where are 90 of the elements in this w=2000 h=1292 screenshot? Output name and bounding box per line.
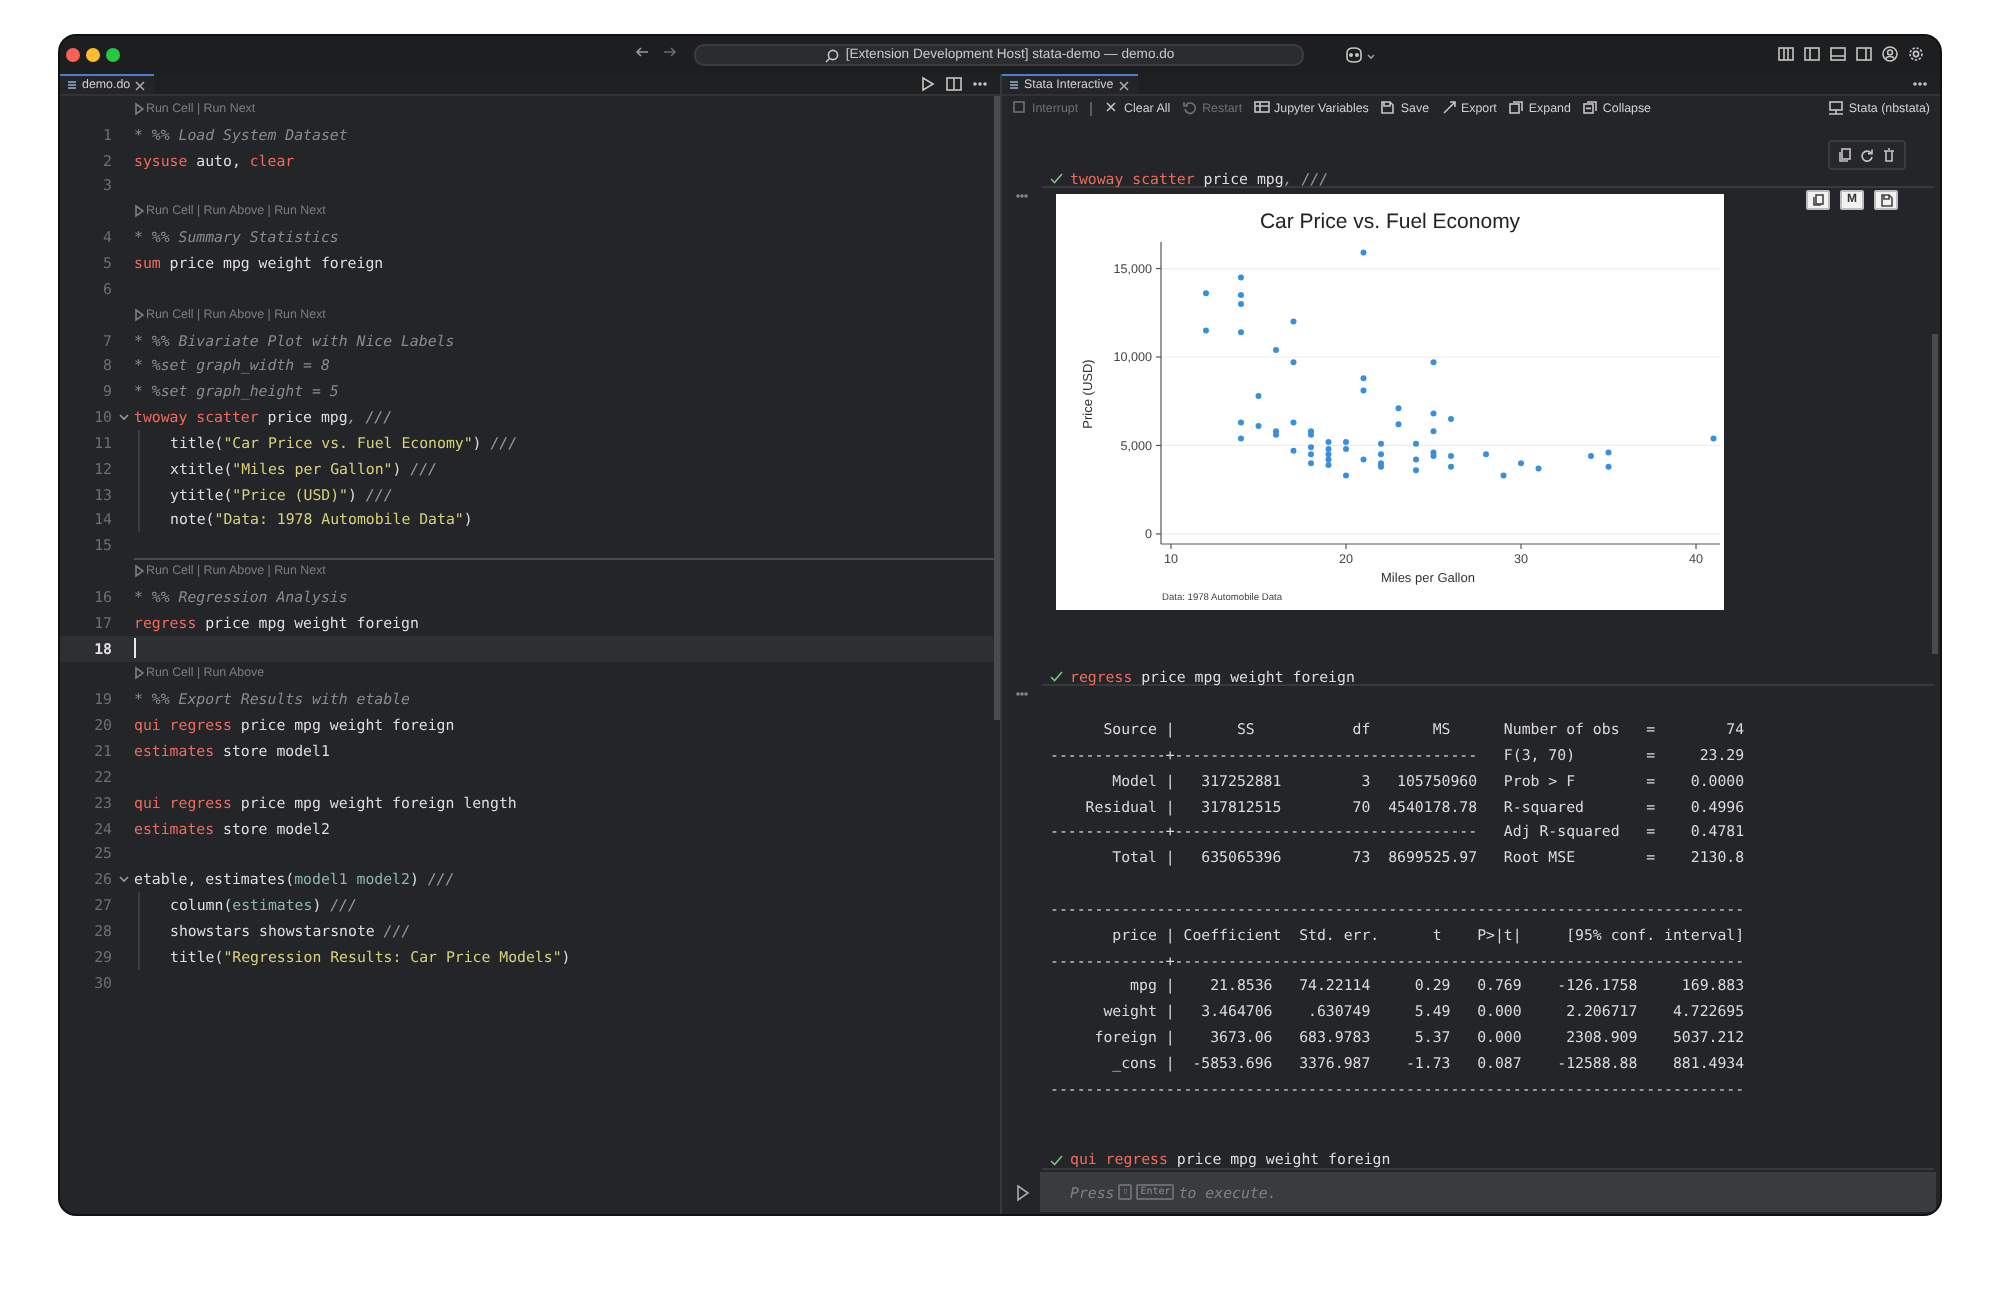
search-icon [823,47,840,63]
data-point [1238,329,1244,336]
more-icon[interactable] [1016,690,1028,698]
run-icon[interactable] [134,564,144,579]
run-icon[interactable] [134,666,144,681]
data-point [1255,392,1262,399]
data-point [1605,449,1612,456]
file-icon [66,78,78,92]
caret-icon[interactable] [1366,51,1376,59]
more-icon[interactable] [972,76,988,92]
panel-icon[interactable] [1830,46,1846,62]
run-icon[interactable] [134,204,144,219]
data-point [1343,472,1349,479]
data-point [1483,451,1489,458]
refresh-icon[interactable] [1860,148,1874,162]
data-point [1273,346,1279,353]
data-point [1588,453,1594,460]
data-point [1413,456,1419,463]
data-point [1710,435,1717,442]
settings-icon[interactable] [1908,46,1924,62]
minimize-button[interactable] [86,48,100,62]
data-point [1360,249,1367,256]
save-button[interactable] [1874,190,1898,210]
copy-button[interactable] [1806,190,1830,210]
forward-icon[interactable] [662,44,678,60]
close-icon[interactable] [134,79,147,91]
data-point [1203,290,1209,297]
data-point [1430,359,1437,366]
more-icon[interactable] [1912,76,1928,92]
assistant-icon[interactable] [1344,46,1364,64]
data-point [1378,440,1384,447]
run-icon[interactable] [134,101,144,116]
data-point [1500,472,1507,479]
data-point [1518,460,1524,467]
expand-icon [1508,100,1525,116]
save-icon [1879,193,1893,207]
data-point [1290,359,1297,366]
export-icon [1441,100,1458,116]
sidebar-icon[interactable] [1856,46,1872,62]
kernel-icon[interactable] [1828,100,1845,116]
data-point [1413,440,1419,447]
data-point [1360,456,1367,463]
trash-icon[interactable] [1882,148,1896,162]
save-icon [1380,100,1397,116]
restart-icon [1182,100,1199,116]
data-point [1448,463,1454,470]
data-point [1290,318,1297,325]
chevron-down-icon[interactable] [117,874,129,885]
play-icon[interactable] [920,76,936,92]
collapse-icon [1582,100,1599,116]
data-point [1238,435,1244,442]
data-point [1360,387,1367,394]
stop-icon [1012,100,1028,116]
table-icon [1254,100,1271,116]
data-point [1448,453,1454,460]
data-point [1535,465,1542,472]
data-point [1395,405,1402,412]
more-icon[interactable] [1016,192,1028,200]
data-point [1238,419,1244,426]
account-icon[interactable] [1882,46,1898,62]
close-button[interactable] [66,48,80,62]
scrollbar[interactable] [994,96,1000,720]
data-point [1203,327,1209,334]
data-point [1395,421,1402,428]
run-icon[interactable] [134,307,144,322]
back-icon[interactable] [634,44,650,60]
data-point [1448,415,1454,422]
data-point [1290,447,1297,454]
data-point [1255,423,1262,429]
text-cursor [134,638,136,659]
close-icon[interactable] [1117,79,1130,91]
data-point [1605,463,1612,470]
close-icon [1104,100,1121,116]
sidebar-icon[interactable] [1804,46,1820,62]
run-icon[interactable] [1016,1184,1030,1202]
file-icon [1008,78,1020,92]
data-point [1430,410,1437,417]
scrollbar[interactable] [1932,334,1938,654]
split-icon[interactable] [946,76,962,92]
zoom-button[interactable] [106,48,120,62]
data-point [1413,467,1419,474]
copy-icon [1811,194,1825,206]
copy-icon[interactable] [1838,148,1852,162]
data-point [1290,419,1297,426]
chevron-down-icon[interactable] [117,412,129,423]
data-point [1360,375,1367,382]
data-point [1238,274,1244,281]
data-point [1430,428,1437,435]
chart-title: Car Price vs. Fuel Economy [1259,210,1521,234]
layout-icon[interactable] [1778,46,1794,62]
